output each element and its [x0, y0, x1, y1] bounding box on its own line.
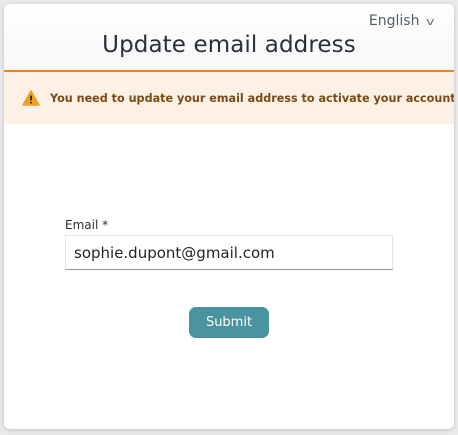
submit-button[interactable]: Submit [189, 307, 269, 338]
email-label: Email * [65, 218, 109, 232]
email-field[interactable] [65, 235, 393, 270]
warning-icon [22, 90, 40, 106]
card-header: English v Update email address [4, 4, 454, 72]
alert-message: You need to update your email address to… [50, 91, 454, 105]
update-email-card: English v Update email address You need … [4, 4, 454, 429]
page-title: Update email address [102, 32, 356, 58]
language-selector[interactable]: English v [368, 13, 435, 29]
chevron-down-icon: v [426, 14, 435, 28]
language-label: English [368, 13, 420, 29]
warning-alert: You need to update your email address to… [4, 72, 454, 124]
